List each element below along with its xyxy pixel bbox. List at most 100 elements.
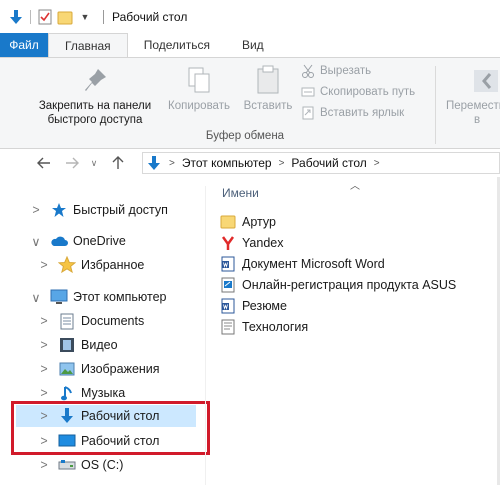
file-name: Резюме (242, 299, 287, 313)
nav-music[interactable]: > Музыка (38, 382, 125, 404)
pin-quick-access-button[interactable]: Закрепить на панели быстрого доступа (30, 64, 160, 127)
nav-label: Рабочий стол (81, 434, 160, 448)
film-icon (58, 336, 76, 354)
yandex-icon (220, 235, 236, 251)
file-name: Технология (242, 320, 309, 334)
file-item[interactable]: Документ Microsoft Word (220, 254, 385, 274)
arrow-down-icon (58, 407, 76, 425)
file-item[interactable]: Онлайн-регистрация продукта ASUS (220, 275, 456, 295)
move-to-sub: в (474, 114, 481, 126)
ribbon-panel: Закрепить на панели быстрого доступа Коп… (0, 57, 500, 149)
chevron-right-icon[interactable]: > (38, 386, 50, 400)
desktop-icon (58, 432, 76, 450)
pin-label-line1: Закрепить на панели (38, 100, 152, 112)
file-name: Yandex (242, 236, 284, 250)
navigation-bar: ∨ > Этот компьютер > Рабочий стол > (0, 149, 500, 177)
back-arrow-icon[interactable] (33, 152, 55, 174)
chevron-right-icon[interactable]: > (38, 409, 50, 423)
chevron-down-icon[interactable]: ∨ (30, 291, 42, 305)
address-bar[interactable]: > Этот компьютер > Рабочий стол > (142, 152, 500, 174)
nav-label: OneDrive (73, 234, 126, 248)
hard-drive-icon (58, 456, 76, 474)
nav-desktop-1[interactable]: > Рабочий стол (16, 405, 196, 427)
breadcrumb-chevron-icon[interactable]: > (279, 158, 285, 169)
sort-up-icon: ︿ (350, 181, 360, 192)
cloud-icon (50, 232, 68, 250)
tab-view[interactable]: Вид (226, 33, 280, 57)
tab-home[interactable]: Главная (48, 33, 128, 57)
chevron-right-icon[interactable]: > (38, 338, 50, 352)
chevron-right-icon[interactable]: > (38, 458, 50, 472)
wordpad-document-icon (220, 319, 236, 335)
customize-dropdown-icon[interactable]: ▼ (77, 9, 93, 25)
move-to-button[interactable]: Переместить в (440, 64, 500, 127)
breadcrumb-chevron-icon[interactable]: > (374, 158, 380, 169)
chevron-right-icon[interactable]: > (38, 314, 50, 328)
nav-quick-access[interactable]: > Быстрый доступ (30, 199, 168, 221)
clipboard-group-label: Буфер обмена (205, 130, 285, 142)
breadcrumb-chevron-icon: > (169, 157, 175, 169)
nav-label: Documents (81, 314, 145, 328)
move-to-icon (468, 64, 500, 96)
chevron-right-icon[interactable]: > (38, 258, 50, 272)
forward-arrow-icon[interactable] (61, 152, 83, 174)
properties-icon[interactable] (37, 9, 53, 25)
column-header-name[interactable]: Имени (222, 186, 259, 200)
scissors-icon (300, 63, 316, 79)
nav-desktop-2[interactable]: > Рабочий стол (38, 430, 159, 452)
title-bar: ▼ Рабочий стол (0, 0, 500, 33)
document-icon (58, 312, 76, 330)
chevron-right-icon[interactable]: > (38, 362, 50, 376)
nav-label: Изображения (81, 362, 160, 376)
pin-icon (79, 64, 111, 96)
nav-images[interactable]: > Изображения (38, 358, 160, 380)
copy-button[interactable]: Копировать (162, 64, 236, 113)
tab-share[interactable]: Поделиться (128, 33, 226, 57)
nav-label: Музыка (81, 386, 126, 400)
new-folder-icon[interactable] (57, 9, 73, 25)
paste-button[interactable]: Вставить (238, 64, 298, 113)
nav-label: Рабочий стол (81, 409, 160, 423)
file-item[interactable]: Технология (220, 317, 308, 337)
nav-documents[interactable]: > Documents (38, 310, 144, 332)
music-note-icon (58, 384, 76, 402)
file-item[interactable]: Артур (220, 212, 276, 232)
paste-shortcut-label: Вставить ярлык (320, 107, 405, 119)
tab-file[interactable]: Файл (0, 33, 48, 57)
arrow-down-icon[interactable] (8, 9, 24, 25)
file-name: Артур (242, 215, 276, 229)
nav-favorites[interactable]: > Избранное (38, 254, 144, 276)
pin-label-line2: быстрого доступа (47, 114, 143, 126)
divider (103, 9, 104, 24)
file-item[interactable]: Резюме (220, 296, 287, 316)
nav-label: Избранное (81, 258, 145, 272)
move-to-label: Переместить (446, 100, 500, 112)
file-name: Онлайн-регистрация продукта ASUS (242, 278, 457, 292)
paste-shortcut-button[interactable]: Вставить ярлык (300, 105, 404, 121)
breadcrumb-this-pc[interactable]: Этот компьютер (182, 156, 272, 170)
nav-drive-c[interactable]: > OS (C:) (38, 454, 123, 476)
nav-label: Этот компьютер (73, 290, 167, 304)
nav-label: Быстрый доступ (73, 203, 168, 217)
recent-locations-icon[interactable]: ∨ (83, 152, 105, 174)
file-item[interactable]: Yandex (220, 233, 283, 253)
window-title: Рабочий стол (112, 9, 188, 24)
nav-onedrive[interactable]: ∨ OneDrive (30, 230, 126, 252)
ribbon-tabs: Файл Главная Поделиться Вид (0, 33, 500, 57)
star-icon (58, 256, 76, 274)
computer-icon (50, 288, 68, 306)
copy-path-icon (300, 84, 316, 100)
cut-button[interactable]: Вырезать (300, 63, 371, 79)
chevron-down-icon[interactable]: ∨ (30, 235, 42, 249)
word-document-icon (220, 298, 236, 314)
word-document-icon (220, 256, 236, 272)
up-arrow-icon[interactable] (107, 152, 129, 174)
chevron-right-icon[interactable]: > (30, 203, 42, 217)
copy-path-button[interactable]: Скопировать путь (300, 84, 415, 100)
breadcrumb-desktop[interactable]: Рабочий стол (291, 156, 366, 170)
nav-video[interactable]: > Видео (38, 334, 118, 356)
chevron-right-icon[interactable]: > (38, 434, 50, 448)
nav-this-pc[interactable]: ∨ Этот компьютер (30, 286, 166, 308)
copy-icon (183, 64, 215, 96)
nav-label: OS (C:) (81, 458, 124, 472)
